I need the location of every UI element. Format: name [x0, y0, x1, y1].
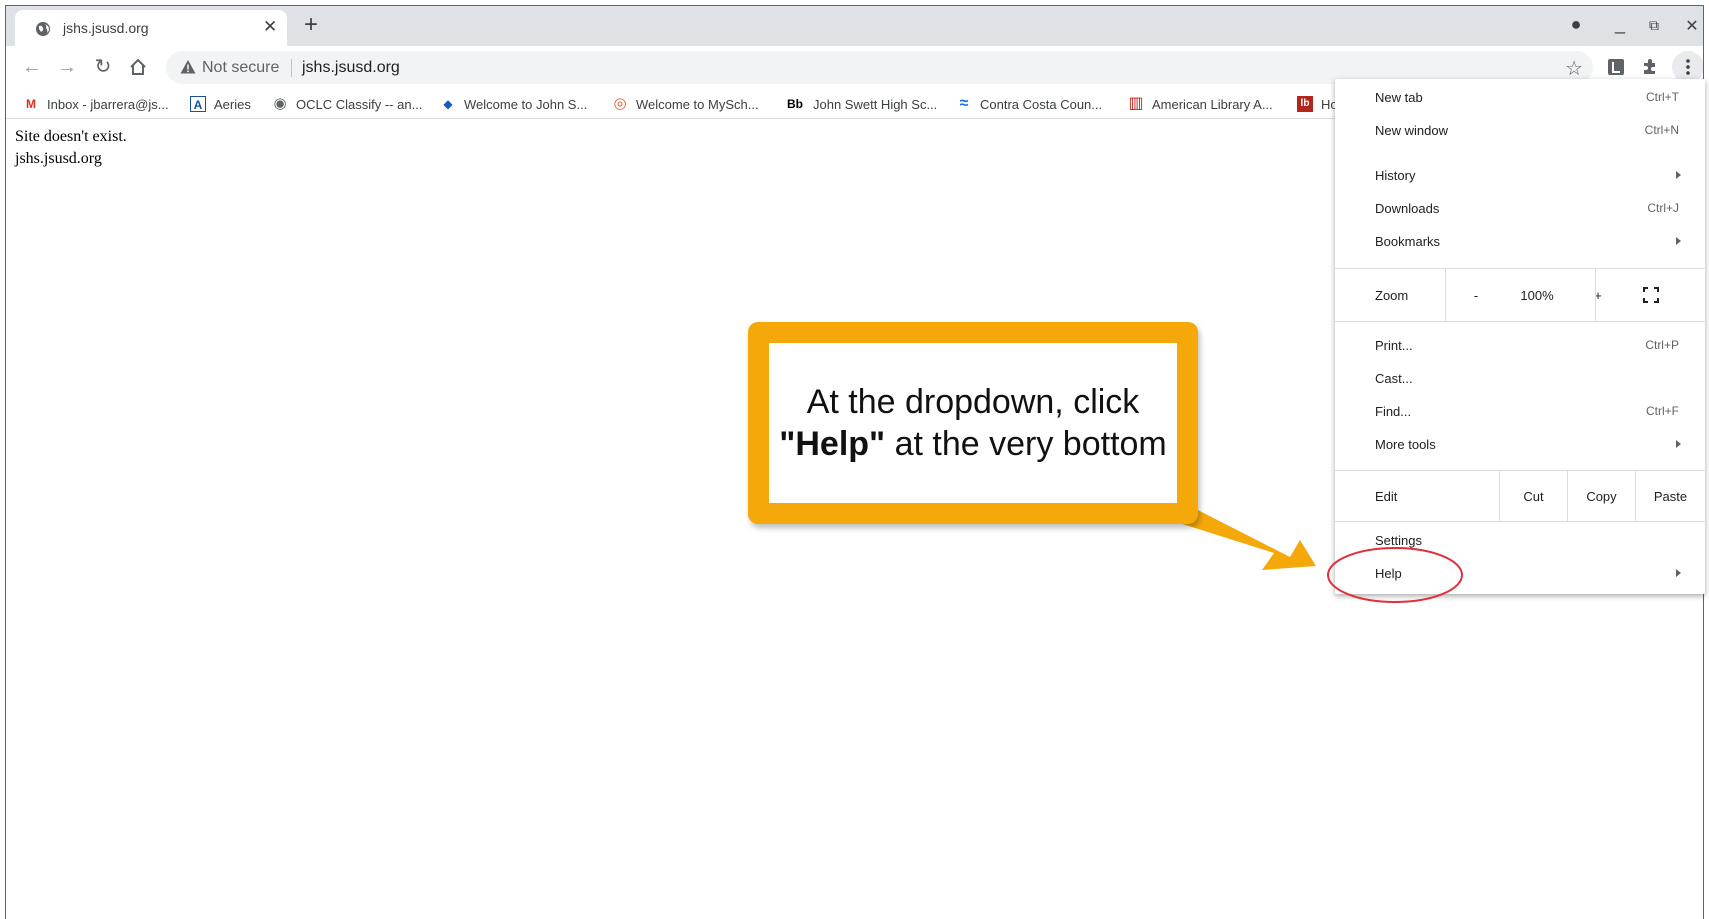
bookmark-label: Welcome to MySch... [636, 96, 759, 112]
bookmark-label: Welcome to John S... [464, 96, 588, 112]
page-content: Site doesn't exist. jshs.jsusd.org [15, 126, 127, 170]
error-message: Site doesn't exist. [15, 128, 127, 145]
minimize-icon[interactable]: _ [1610, 14, 1630, 38]
cut-button[interactable]: Cut [1500, 471, 1567, 521]
bookmark-label: Aeries [214, 96, 251, 112]
callout-text-box: At the dropdown, click "Help" at the ver… [769, 343, 1177, 503]
lib-icon: lb [1297, 96, 1313, 112]
aeries-icon: A [190, 96, 206, 112]
bookmark-john-swett-high[interactable]: Bb John Swett High Sc... [785, 94, 937, 114]
restore-icon[interactable]: ⧉ [1644, 17, 1664, 41]
tab-close-icon[interactable]: ✕ [263, 17, 277, 37]
menu-item-label: Downloads [1375, 201, 1440, 216]
bookmark-label: Contra Costa Coun... [980, 96, 1103, 112]
menu-item-bookmarks[interactable]: Bookmarks [1335, 227, 1705, 257]
menu-item-label: Print... [1375, 338, 1413, 353]
bookmark-label: John Swett High Sc... [813, 96, 938, 112]
menu-spacer [1335, 151, 1705, 152]
bookmark-myschool[interactable]: ◎ Welcome to MySch... [612, 94, 759, 114]
bookmark-aeries[interactable]: A Aeries [190, 94, 251, 114]
fullscreen-icon [1642, 287, 1659, 303]
book-icon: ▥ [1128, 95, 1144, 112]
menu-item-shortcut: Ctrl+P [1645, 338, 1679, 352]
menu-item-new-window[interactable]: New window Ctrl+N [1335, 116, 1705, 146]
bookmark-ala[interactable]: ▥ American Library A... [1128, 94, 1273, 114]
submenu-arrow-icon [1676, 237, 1681, 245]
bookmark-star-icon[interactable]: ☆ [1565, 56, 1583, 81]
tab-title: jshs.jsusd.org [63, 20, 149, 36]
menu-item-more-tools[interactable]: More tools [1335, 430, 1705, 460]
menu-item-print[interactable]: Print... Ctrl+P [1335, 331, 1705, 361]
bookmark-oclc[interactable]: ◉ OCLC Classify -- an... [272, 94, 422, 114]
menu-item-help[interactable]: Help [1335, 559, 1705, 589]
bookmark-inbox[interactable]: M Inbox - jbarrera@js... [23, 94, 169, 114]
menu-item-shortcut: Ctrl+N [1644, 123, 1679, 137]
menu-item-label: Find... [1375, 404, 1412, 419]
paste-button[interactable]: Paste [1636, 471, 1705, 521]
menu-item-label: New tab [1375, 90, 1423, 105]
menu-item-shortcut: Ctrl+T [1646, 90, 1679, 104]
tab-active[interactable]: jshs.jsusd.org ✕ [15, 10, 287, 46]
close-window-icon[interactable]: ✕ [1682, 16, 1702, 40]
submenu-arrow-icon [1676, 171, 1681, 179]
edit-label: Edit [1375, 488, 1398, 504]
menu-item-label: Cast... [1375, 371, 1413, 386]
bookmark-label: Inbox - jbarrera@js... [47, 96, 169, 112]
reload-icon[interactable]: ↻ [92, 56, 114, 78]
callout-text-before: At the dropdown, click [806, 383, 1140, 421]
bookmark-label: American Library A... [1152, 96, 1273, 112]
menu-item-find[interactable]: Find... Ctrl+F [1335, 397, 1705, 427]
account-icon[interactable]: ● [1564, 14, 1588, 38]
bookmark-contra-costa[interactable]: ≈ Contra Costa Coun... [956, 94, 1103, 114]
browser-main-menu: New tab Ctrl+T New window Ctrl+N History… [1335, 79, 1705, 594]
menu-item-label: More tools [1375, 437, 1436, 452]
globe-icon [36, 22, 50, 36]
tab-strip: jshs.jsusd.org ✕ + ● _ ⧉ ✕ [6, 6, 1703, 46]
callout-text-bold: "Help" [779, 425, 886, 463]
menu-divider [1335, 521, 1705, 522]
extension-l-icon[interactable] [1606, 57, 1626, 77]
error-domain: jshs.jsusd.org [15, 150, 102, 167]
menu-item-new-tab[interactable]: New tab Ctrl+T [1335, 83, 1705, 113]
warning-icon[interactable] [180, 59, 196, 75]
wave-icon: ≈ [959, 95, 969, 112]
security-label[interactable]: Not secure [202, 59, 279, 77]
myschool-icon: ◎ [613, 95, 627, 112]
bookmark-john-swett[interactable]: ◆ Welcome to John S... [440, 94, 587, 114]
globe-icon: ◉ [273, 95, 287, 112]
bookmark-ho[interactable]: lb Ho [1297, 94, 1338, 114]
url-text[interactable]: jshs.jsusd.org [302, 59, 400, 77]
menu-item-label: Settings [1375, 533, 1422, 548]
edit-row: Edit Cut Copy Paste [1335, 471, 1705, 521]
menu-item-history[interactable]: History [1335, 161, 1705, 191]
blackboard-icon: Bb [787, 97, 803, 111]
menu-item-cast[interactable]: Cast... [1335, 364, 1705, 394]
back-icon[interactable]: ← [21, 56, 43, 78]
omnibox-divider [291, 59, 292, 77]
home-icon[interactable] [128, 57, 148, 77]
kebab-menu-icon [1686, 59, 1690, 75]
submenu-arrow-icon [1676, 440, 1681, 448]
menu-item-shortcut: Ctrl+J [1647, 201, 1679, 215]
menu-item-downloads[interactable]: Downloads Ctrl+J [1335, 194, 1705, 224]
submenu-arrow-icon [1676, 569, 1681, 577]
callout-text: At the dropdown, click "Help" at the ver… [779, 381, 1167, 465]
menu-item-label: Help [1375, 566, 1402, 581]
copy-button[interactable]: Copy [1568, 471, 1635, 521]
instruction-callout: At the dropdown, click "Help" at the ver… [748, 322, 1198, 524]
puzzle-icon[interactable] [1640, 57, 1660, 77]
gmail-icon: M [26, 97, 36, 111]
new-tab-button[interactable]: + [304, 11, 318, 39]
menu-item-settings[interactable]: Settings [1335, 526, 1705, 556]
forward-icon[interactable]: → [56, 56, 78, 78]
flame-icon: ◆ [443, 97, 453, 111]
menu-item-label: Bookmarks [1375, 234, 1441, 249]
menu-item-label: New window [1375, 123, 1448, 138]
menu-item-shortcut: Ctrl+F [1646, 404, 1679, 418]
callout-text-after: at the very bottom [894, 425, 1167, 463]
menu-item-label: History [1375, 168, 1416, 183]
bookmark-label: OCLC Classify -- an... [296, 96, 423, 112]
